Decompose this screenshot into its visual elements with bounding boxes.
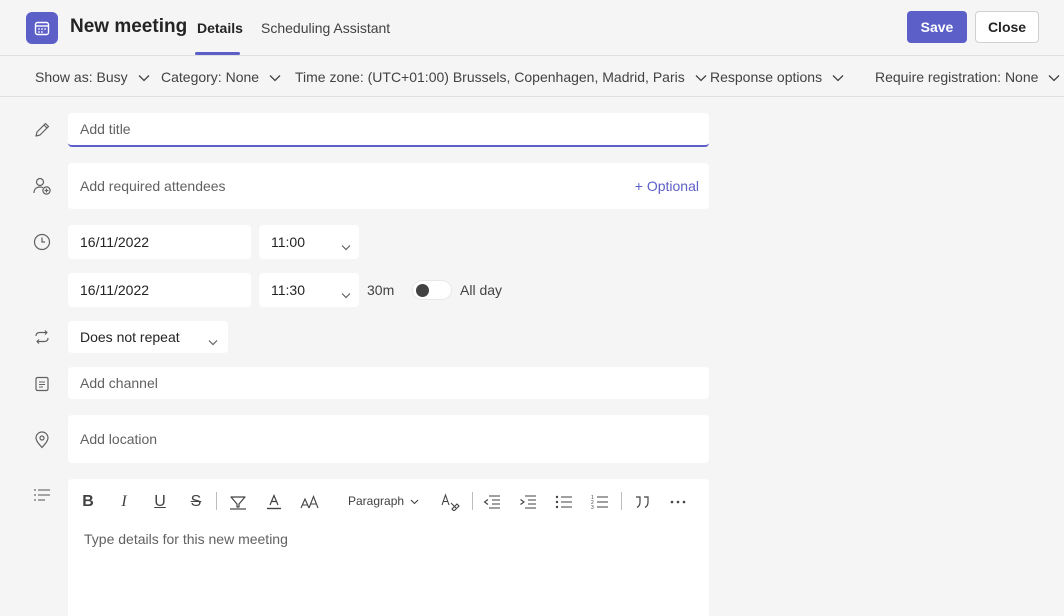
time-zone-dropdown[interactable]: Time zone: (UTC+01:00) Brussels, Copenha…: [295, 69, 707, 85]
category-dropdown[interactable]: Category: None: [161, 69, 281, 85]
show-as-label: Show as: Busy: [35, 69, 128, 85]
clock-icon: [32, 232, 52, 252]
repeat-value: Does not repeat: [80, 329, 180, 345]
pencil-icon: [32, 120, 52, 140]
start-date-input[interactable]: 16/11/2022: [68, 225, 251, 259]
format-painter-icon[interactable]: [441, 492, 461, 512]
location-input[interactable]: Add location: [68, 415, 709, 463]
chevron-down-icon: [1048, 69, 1060, 85]
chevron-down-icon: [138, 69, 150, 85]
meeting-header: New meeting Details Scheduling Assistant…: [0, 0, 1064, 56]
details-list-icon: [32, 485, 52, 505]
page-title: New meeting: [70, 16, 188, 37]
svg-text:3: 3: [591, 505, 594, 510]
registration-label: Require registration: None: [875, 69, 1039, 85]
paragraph-style-label: Paragraph: [348, 494, 405, 508]
toolbar-divider: [621, 492, 622, 510]
attendees-placeholder: Add required attendees: [80, 178, 226, 194]
show-as-dropdown[interactable]: Show as: Busy: [35, 69, 150, 85]
all-day-toggle[interactable]: [412, 280, 452, 300]
chevron-down-icon: [341, 286, 351, 302]
registration-dropdown[interactable]: Require registration: None: [875, 69, 1060, 85]
channel-input[interactable]: Add channel: [68, 367, 709, 399]
details-editor[interactable]: B I U S Paragraph 123 Type details for t…: [68, 479, 709, 616]
start-time-dropdown[interactable]: 11:00: [259, 225, 359, 259]
time-zone-label: Time zone: (UTC+01:00) Brussels, Copenha…: [295, 69, 685, 85]
paragraph-style-dropdown[interactable]: Paragraph: [348, 494, 419, 508]
response-options-label: Response options: [710, 69, 823, 85]
repeat-icon: [32, 327, 52, 347]
location-icon: [32, 430, 52, 450]
italic-icon[interactable]: I: [114, 492, 134, 512]
attendees-input[interactable]: Add required attendees + Optional: [68, 163, 709, 209]
duration-label: 30m: [367, 282, 395, 298]
bold-icon[interactable]: B: [78, 492, 98, 512]
end-time-value: 11:30: [271, 282, 305, 298]
strikethrough-icon[interactable]: S: [186, 492, 206, 512]
numbered-list-icon[interactable]: 123: [590, 492, 610, 512]
active-tab-indicator: [195, 52, 240, 55]
chevron-down-icon: [269, 69, 281, 85]
highlight-icon[interactable]: [228, 492, 248, 512]
all-day-label: All day: [460, 282, 503, 298]
response-options-dropdown[interactable]: Response options: [710, 69, 844, 85]
decrease-indent-icon[interactable]: [482, 492, 502, 512]
underline-icon[interactable]: U: [150, 492, 170, 512]
chevron-down-icon: [832, 69, 844, 85]
start-time-value: 11:00: [271, 234, 305, 250]
meeting-options-bar: Show as: Busy Category: None Time zone: …: [0, 57, 1064, 97]
title-input[interactable]: Add title: [68, 113, 709, 147]
tab-scheduling-assistant[interactable]: Scheduling Assistant: [261, 20, 390, 36]
toggle-knob: [416, 284, 429, 297]
font-color-icon[interactable]: [264, 492, 284, 512]
calendar-icon: [26, 12, 58, 44]
end-time-dropdown[interactable]: 11:30: [259, 273, 359, 307]
end-date-input[interactable]: 16/11/2022: [68, 273, 251, 307]
chevron-down-icon: [341, 238, 351, 254]
toolbar-divider: [472, 492, 473, 510]
font-size-icon[interactable]: [300, 492, 320, 512]
chevron-down-icon: [208, 333, 218, 349]
toolbar-divider: [216, 492, 217, 510]
chevron-down-icon: [410, 494, 419, 508]
add-person-icon: [32, 176, 52, 196]
channel-icon: [32, 374, 52, 394]
close-button[interactable]: Close: [975, 11, 1039, 43]
tab-details[interactable]: Details: [197, 20, 243, 36]
editor-placeholder: Type details for this new meeting: [84, 531, 288, 547]
increase-indent-icon[interactable]: [518, 492, 538, 512]
save-button[interactable]: Save: [907, 11, 967, 43]
chevron-down-icon: [695, 69, 707, 85]
bulleted-list-icon[interactable]: [554, 492, 574, 512]
add-optional-attendees-link[interactable]: + Optional: [635, 178, 699, 194]
category-label: Category: None: [161, 69, 260, 85]
more-options-icon[interactable]: [668, 492, 688, 512]
quote-icon[interactable]: [632, 492, 652, 512]
repeat-dropdown[interactable]: Does not repeat: [68, 321, 228, 353]
